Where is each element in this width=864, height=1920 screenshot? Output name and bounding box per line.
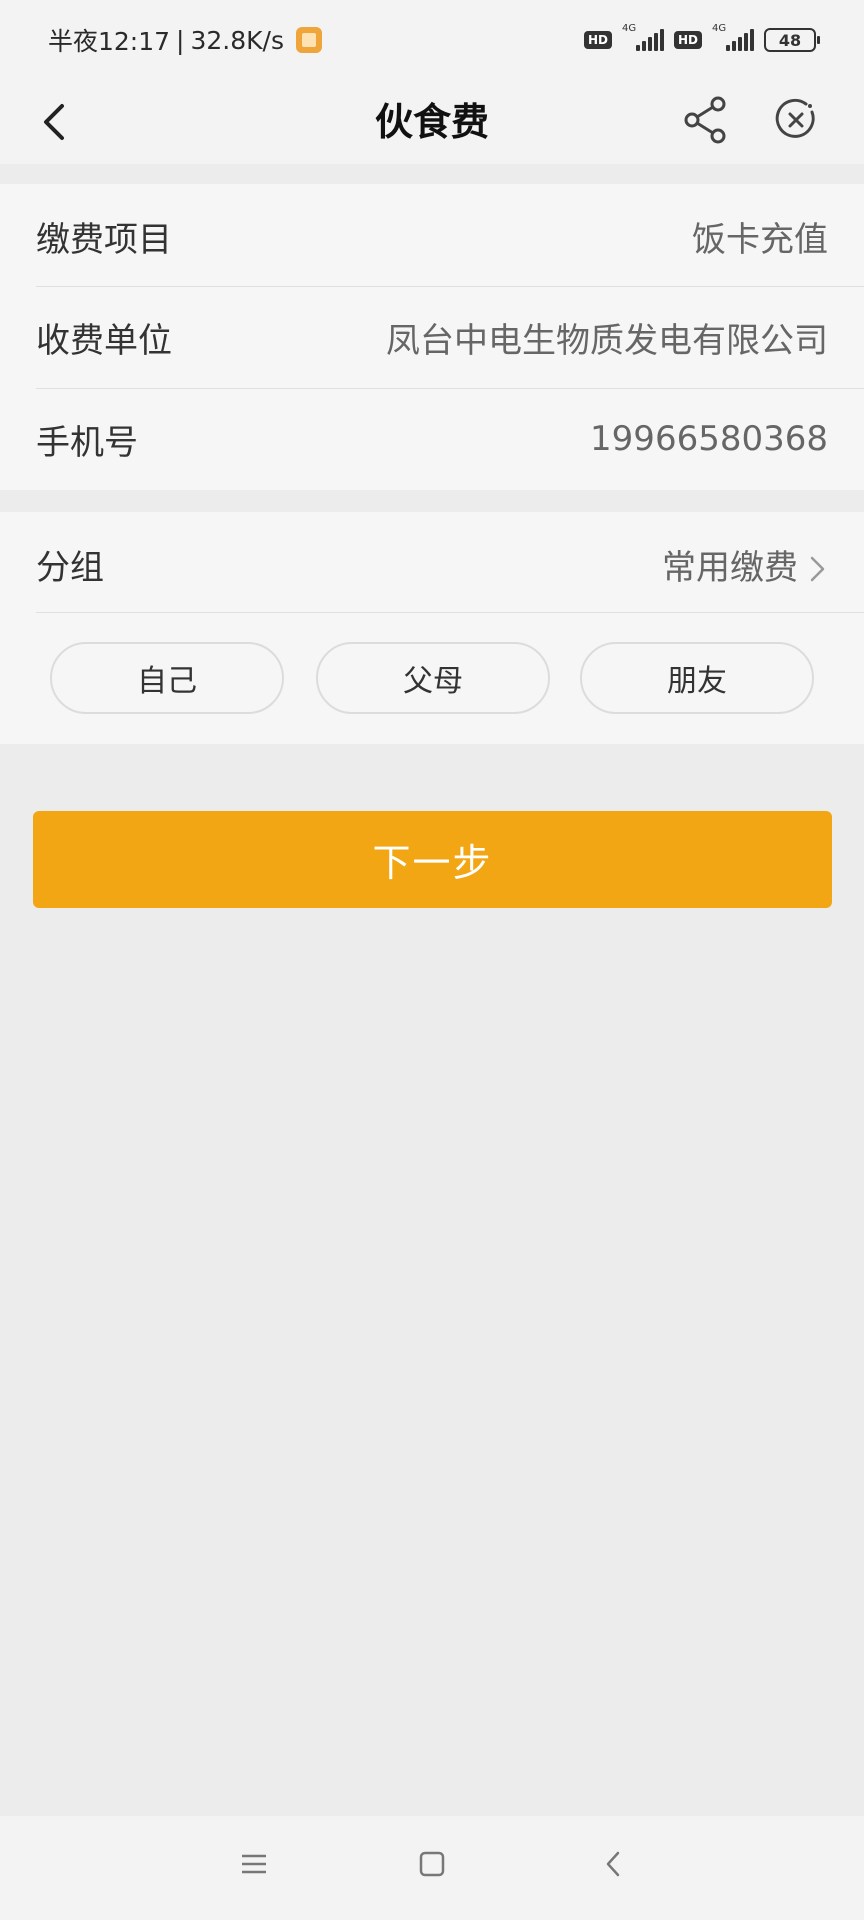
divider bbox=[36, 612, 864, 613]
menu-icon[interactable] bbox=[240, 1850, 268, 1878]
nav-bar: 伙食费 bbox=[0, 80, 864, 164]
close-miniprogram-icon[interactable] bbox=[766, 90, 826, 150]
share-icon[interactable] bbox=[676, 90, 736, 150]
group-label: 分组 bbox=[36, 547, 104, 588]
battery-level: 48 bbox=[778, 30, 802, 50]
system-nav-bar bbox=[0, 1816, 864, 1920]
hd-badge-1: HD bbox=[583, 31, 612, 49]
battery-icon: 48 bbox=[764, 28, 820, 52]
detail-value: 凤台中电生物质发电有限公司 bbox=[386, 320, 828, 361]
status-network-speed: 32.8K/s bbox=[190, 25, 284, 55]
status-time: 半夜12:17 bbox=[48, 27, 171, 56]
chip-friends[interactable]: 朋友 bbox=[580, 642, 814, 714]
detail-label: 缴费项目 bbox=[36, 219, 172, 260]
home-icon[interactable] bbox=[418, 1850, 446, 1878]
payment-details-card: 缴费项目 饭卡充值 收费单位 凤台中电生物质发电有限公司 手机号 1996658… bbox=[0, 184, 864, 490]
status-separator: | bbox=[176, 25, 185, 55]
net-type-1: 4G bbox=[621, 23, 637, 34]
group-value: 常用缴费 bbox=[662, 547, 798, 588]
group-row[interactable]: 分组 常用缴费 bbox=[36, 514, 828, 614]
signal-icon-1: 4G bbox=[622, 23, 664, 51]
hd-badge-2: HD bbox=[673, 31, 702, 49]
chip-self[interactable]: 自己 bbox=[50, 642, 284, 714]
net-type-2: 4G bbox=[712, 23, 727, 34]
chip-parents[interactable]: 父母 bbox=[316, 642, 550, 714]
notification-app-icon bbox=[296, 27, 322, 53]
detail-row-phone: 手机号 19966580368 bbox=[36, 389, 828, 489]
signal-icon-2: 4G bbox=[712, 23, 754, 51]
detail-label: 手机号 bbox=[36, 422, 138, 463]
status-bar: 半夜12:17 | 32.8K/s HD 4G HD 4G 48 bbox=[0, 0, 864, 80]
next-step-button[interactable]: 下一步 bbox=[33, 811, 832, 908]
detail-label: 收费单位 bbox=[36, 320, 172, 361]
detail-row-item: 缴费项目 饭卡充值 bbox=[36, 186, 828, 286]
group-chips: 自己 父母 朋友 bbox=[0, 642, 864, 716]
detail-row-payee: 收费单位 凤台中电生物质发电有限公司 bbox=[36, 287, 828, 387]
detail-value: 19966580368 bbox=[590, 419, 828, 459]
group-value-wrapper: 常用缴费 bbox=[662, 540, 828, 589]
detail-value: 饭卡充值 bbox=[692, 219, 828, 260]
chevron-right-icon bbox=[810, 556, 825, 582]
back-arrow-icon[interactable] bbox=[30, 94, 86, 150]
system-back-icon[interactable] bbox=[600, 1850, 628, 1878]
group-card: 分组 常用缴费 自己 父母 朋友 bbox=[0, 512, 864, 744]
